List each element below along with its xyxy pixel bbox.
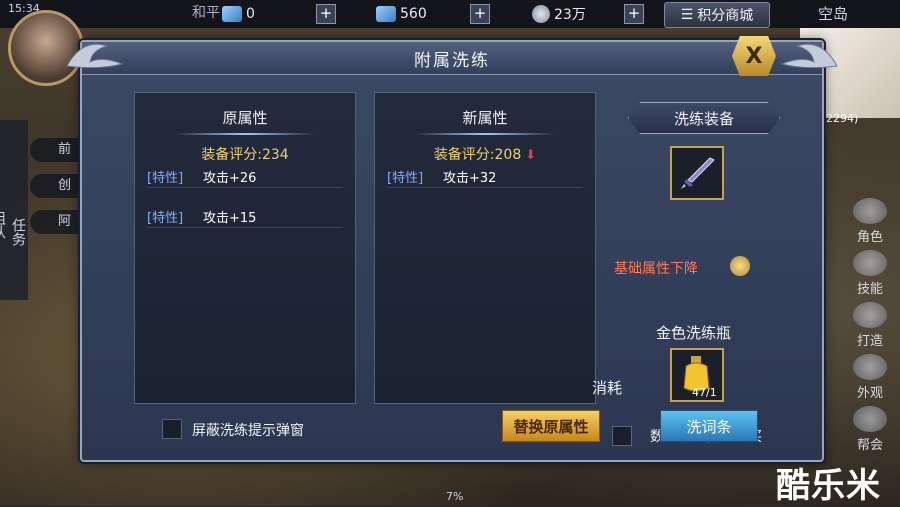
auto-buy-checkbox[interactable] bbox=[612, 426, 632, 446]
forge-icon bbox=[853, 302, 887, 328]
gem-icon bbox=[222, 6, 242, 22]
silver-resource: 23万 + bbox=[532, 3, 644, 25]
dialog-titlebar: 附属洗练 bbox=[82, 42, 822, 75]
crystal-resource: 560 + bbox=[376, 3, 490, 25]
menu-skills[interactable]: 技能 bbox=[840, 250, 900, 302]
close-icon: X bbox=[745, 43, 763, 69]
original-score: 装备评分:234 bbox=[201, 147, 289, 163]
ornament-left-icon bbox=[66, 43, 124, 69]
replace-attributes-button[interactable]: 替换原属性 bbox=[502, 410, 600, 442]
right-menu: 角色 技能 打造 外观 帮会 bbox=[840, 198, 900, 458]
attribute-tag: [特性] bbox=[387, 171, 424, 186]
dialog-title: 附属洗练 bbox=[414, 51, 490, 71]
attribute-tag: [特性] bbox=[147, 211, 184, 226]
add-gem-button[interactable]: + bbox=[316, 4, 336, 24]
original-header: 原属性 bbox=[222, 109, 268, 127]
attribute-value: 攻击+32 bbox=[443, 171, 497, 186]
attribute-row: [特性] 攻击+26 bbox=[147, 165, 343, 188]
new-attributes-panel: 新属性 装备评分:208 ⬇ [特性] 攻击+32 bbox=[374, 92, 596, 404]
header-divider bbox=[415, 133, 555, 135]
server-name: 和平 bbox=[192, 5, 220, 21]
left-tab-strip: 任务 组队 bbox=[0, 120, 28, 300]
equipment-column: 洗练装备 基础属性下降 金色洗练瓶 消耗 47/1 数量不足自动购买 bbox=[592, 90, 802, 446]
menu-guild[interactable]: 帮会 bbox=[840, 406, 900, 458]
close-button[interactable]: X bbox=[732, 36, 776, 76]
new-header: 新属性 bbox=[462, 109, 508, 127]
consume-label: 消耗 bbox=[592, 379, 623, 397]
sword-icon bbox=[681, 157, 715, 189]
bottle-count: 47/1 bbox=[692, 386, 717, 399]
attribute-row: [特性] 攻击+15 bbox=[147, 205, 343, 228]
guild-icon bbox=[853, 406, 887, 432]
gem-resource: 0 + bbox=[222, 3, 336, 25]
crystal-icon bbox=[376, 6, 396, 22]
crystal-count: 560 bbox=[400, 6, 427, 22]
shield-popup-checkbox[interactable] bbox=[162, 419, 182, 439]
attribute-tag: [特性] bbox=[147, 171, 184, 186]
menu-character[interactable]: 角色 bbox=[840, 198, 900, 250]
header-divider bbox=[175, 133, 315, 135]
refine-equipment-button[interactable]: 洗练装备 bbox=[628, 102, 780, 134]
base-attribute-drop-warning: 基础属性下降 bbox=[614, 261, 698, 277]
refine-dialog: 附属洗练 X 原属性 装备评分:234 [特性] 攻击+26 [特性] 攻击+1… bbox=[66, 36, 838, 462]
silver-coin-icon bbox=[532, 5, 550, 23]
attribute-row: [特性] 攻击+32 bbox=[387, 165, 583, 188]
team-tab[interactable]: 组队 bbox=[0, 120, 8, 300]
top-resource-bar: 15:34 和平 0 + 560 + 23万 + ☰ 积分商城 空岛 bbox=[0, 0, 900, 28]
menu-icon: ☰ bbox=[680, 7, 694, 23]
magnifier-icon[interactable] bbox=[730, 256, 750, 276]
menu-appearance[interactable]: 外观 bbox=[840, 354, 900, 406]
points-shop-button[interactable]: ☰ 积分商城 bbox=[664, 2, 770, 28]
add-crystal-button[interactable]: + bbox=[470, 4, 490, 24]
gem-count: 0 bbox=[246, 6, 255, 22]
add-silver-button[interactable]: + bbox=[624, 4, 644, 24]
menu-forge[interactable]: 打造 bbox=[840, 302, 900, 354]
appearance-icon bbox=[853, 354, 887, 380]
attribute-value: 攻击+15 bbox=[203, 211, 257, 226]
new-score: 装备评分:208 bbox=[433, 147, 522, 163]
wash-entries-button[interactable]: 洗词条 bbox=[660, 410, 758, 442]
original-attributes-panel: 原属性 装备评分:234 [特性] 攻击+26 [特性] 攻击+15 bbox=[134, 92, 356, 404]
bottle-slot[interactable]: 47/1 bbox=[670, 348, 724, 402]
map-name: 空岛 bbox=[818, 5, 849, 23]
quest-tab[interactable]: 任务 bbox=[8, 120, 28, 300]
attribute-value: 攻击+26 bbox=[203, 171, 257, 186]
new-score-row: 装备评分:208 ⬇ bbox=[375, 144, 595, 164]
ornament-right-icon bbox=[780, 43, 838, 69]
skills-icon bbox=[853, 250, 887, 276]
progress-percent: 7% bbox=[446, 490, 464, 503]
arrow-down-icon: ⬇ bbox=[525, 148, 537, 163]
silver-count: 23万 bbox=[554, 7, 586, 23]
shield-popup-label: 屏蔽洗练提示弹窗 bbox=[192, 423, 304, 439]
character-icon bbox=[853, 198, 887, 224]
bottle-name: 金色洗练瓶 bbox=[656, 324, 732, 342]
watermark: 酷乐米 bbox=[776, 466, 881, 506]
coordinates: 2294) bbox=[826, 112, 859, 125]
points-shop-label: 积分商城 bbox=[697, 8, 754, 24]
equipment-slot[interactable] bbox=[670, 146, 724, 200]
